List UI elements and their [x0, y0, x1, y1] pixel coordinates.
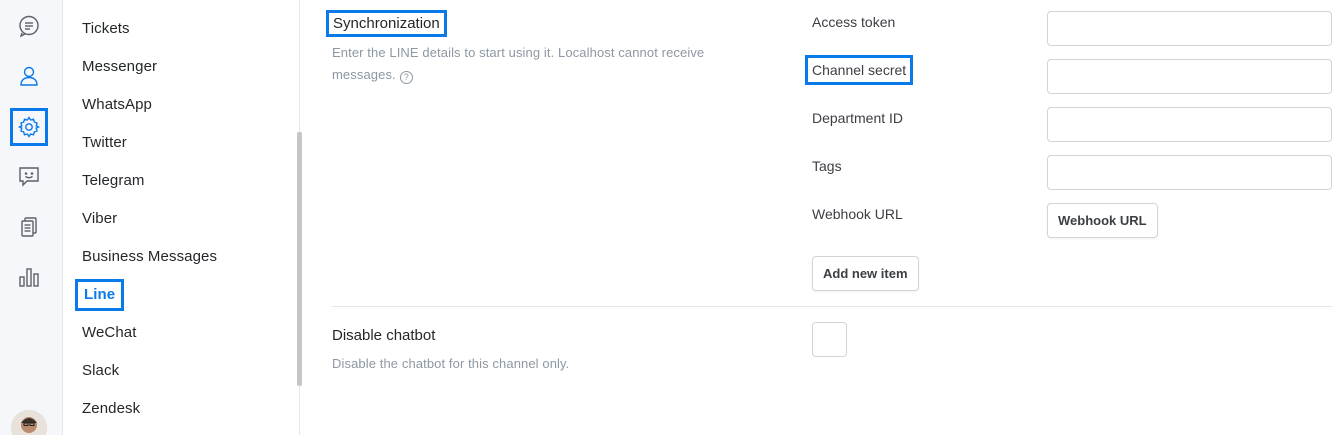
webhook-url-label: Webhook URL — [812, 206, 903, 222]
channel-item-line[interactable]: Line — [74, 279, 125, 311]
channel-item-business-messages[interactable]: Business Messages — [82, 248, 217, 266]
channel-secret-input[interactable] — [1047, 59, 1332, 94]
department-id-input[interactable] — [1047, 107, 1332, 142]
chatbot-description: Disable the chatbot for this channel onl… — [332, 356, 570, 371]
department-id-label: Department ID — [812, 110, 904, 126]
gear-icon[interactable] — [10, 108, 48, 146]
channel-list: Tickets Messenger WhatsApp Twitter Teleg… — [63, 0, 300, 435]
documents-icon[interactable] — [12, 210, 46, 244]
channel-item-slack[interactable]: Slack — [82, 362, 119, 380]
avatar[interactable] — [11, 410, 47, 435]
add-new-item-button[interactable]: Add new item — [812, 256, 919, 291]
user-icon[interactable] — [12, 59, 46, 93]
tags-label: Tags — [812, 158, 842, 174]
webhook-url-button[interactable]: Webhook URL — [1047, 203, 1158, 238]
access-token-input[interactable] — [1047, 11, 1332, 46]
channel-item-wechat[interactable]: WeChat — [82, 324, 137, 342]
channel-list-scrollbar[interactable] — [297, 132, 302, 386]
channel-item-telegram[interactable]: Telegram — [82, 172, 145, 190]
channel-item-twitter[interactable]: Twitter — [82, 134, 127, 152]
bar-chart-icon[interactable] — [12, 260, 46, 294]
sync-description-text: Enter the LINE details to start using it… — [332, 45, 705, 82]
chatbot-title: Disable chatbot — [332, 327, 436, 344]
sync-description: Enter the LINE details to start using it… — [332, 42, 752, 86]
channel-secret-label: Channel secret — [804, 55, 914, 85]
tags-input[interactable] — [1047, 155, 1332, 190]
section-divider — [332, 306, 1332, 307]
disable-chatbot-checkbox[interactable] — [812, 322, 847, 357]
chat-bubble-icon[interactable] — [12, 9, 46, 43]
access-token-label: Access token — [812, 14, 896, 30]
channel-item-viber[interactable]: Viber — [82, 210, 117, 228]
icon-rail — [0, 0, 63, 435]
channel-item-messenger[interactable]: Messenger — [82, 58, 157, 76]
channel-item-tickets[interactable]: Tickets — [82, 20, 130, 38]
sync-title: Synchronization — [326, 10, 447, 37]
channel-item-whatsapp[interactable]: WhatsApp — [82, 96, 152, 114]
channel-item-zendesk[interactable]: Zendesk — [82, 400, 140, 418]
chatbot-icon[interactable] — [12, 159, 46, 193]
help-icon[interactable]: ? — [399, 71, 413, 84]
